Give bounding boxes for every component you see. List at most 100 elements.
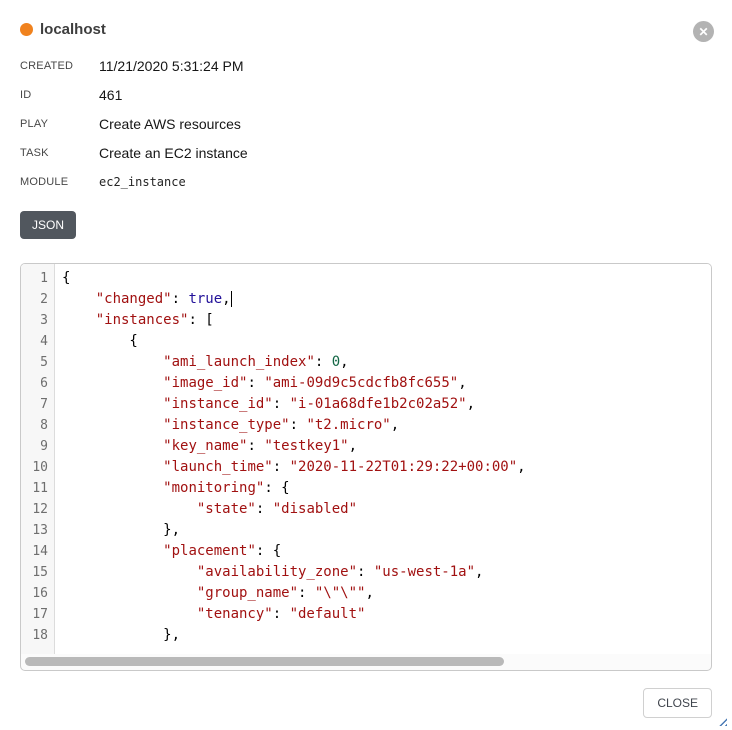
code-token [62, 564, 197, 580]
host-event-modal: localhost ✕ CREATED 11/21/2020 5:31:24 P… [0, 0, 732, 730]
code-line: "launch_time": "2020-11-22T01:29:22+00:0… [62, 457, 711, 478]
code-token: , [349, 438, 357, 454]
code-token: : [290, 417, 307, 433]
code-token: }, [62, 522, 180, 538]
code-token: : [247, 438, 264, 454]
modal-footer: CLOSE [20, 688, 712, 718]
code-token [62, 396, 163, 412]
code-token [62, 480, 163, 496]
code-token: : [ [188, 312, 213, 328]
code-token: "disabled" [273, 501, 357, 517]
json-code-editor[interactable]: 123456789101112131415161718 { "changed":… [20, 263, 712, 671]
json-toggle-button[interactable]: JSON [20, 211, 76, 239]
code-token [62, 375, 163, 391]
code-token: , [365, 585, 373, 601]
code-token: "ami_launch_index" [163, 354, 315, 370]
code-token: "instance_type" [163, 417, 289, 433]
text-cursor [231, 291, 232, 307]
code-token: "tenancy" [197, 606, 273, 622]
detail-row-created: CREATED 11/21/2020 5:31:24 PM [20, 58, 712, 74]
code-token: "2020-11-22T01:29:22+00:00" [290, 459, 518, 475]
code-token: : [172, 291, 189, 307]
code-token: : [273, 459, 290, 475]
code-token: "\"\"" [315, 585, 366, 601]
detail-row-module: MODULE ec2_instance [20, 174, 712, 190]
code-token: }, [62, 627, 180, 643]
close-icon[interactable]: ✕ [693, 21, 714, 42]
code-token [62, 438, 163, 454]
code-token: , [391, 417, 399, 433]
code-token: : [273, 606, 290, 622]
line-number: 18 [21, 625, 54, 646]
line-number: 15 [21, 562, 54, 583]
code-token: "monitoring" [163, 480, 264, 496]
code-token: : { [256, 543, 281, 559]
detail-value: Create AWS resources [99, 116, 241, 132]
code-line: "tenancy": "default" [62, 604, 711, 625]
code-token [62, 606, 197, 622]
code-token: : { [264, 480, 289, 496]
code-token: "state" [197, 501, 256, 517]
line-number: 3 [21, 310, 54, 331]
code-token: { [62, 270, 70, 286]
line-number: 2 [21, 289, 54, 310]
code-line: "state": "disabled" [62, 499, 711, 520]
line-number: 10 [21, 457, 54, 478]
line-number: 5 [21, 352, 54, 373]
line-number: 9 [21, 436, 54, 457]
code-token: "instances" [96, 312, 189, 328]
close-button[interactable]: CLOSE [643, 688, 712, 718]
code-token: "i-01a68dfe1b2c02a52" [290, 396, 467, 412]
scrollbar-thumb[interactable] [25, 657, 504, 666]
code-line: "availability_zone": "us-west-1a", [62, 562, 711, 583]
code-token: { [62, 333, 138, 349]
editor-gutter: 123456789101112131415161718 [21, 264, 55, 654]
code-line: { [62, 331, 711, 352]
detail-label: PLAY [20, 118, 99, 130]
line-number: 11 [21, 478, 54, 499]
code-token [62, 312, 96, 328]
code-line: "monitoring": { [62, 478, 711, 499]
detail-value: ec2_instance [99, 175, 186, 189]
line-number: 12 [21, 499, 54, 520]
code-line: "instance_type": "t2.micro", [62, 415, 711, 436]
code-line: "instance_id": "i-01a68dfe1b2c02a52", [62, 394, 711, 415]
code-token [62, 291, 96, 307]
code-token: "default" [290, 606, 366, 622]
code-token: : [256, 501, 273, 517]
code-line: "group_name": "\"\"", [62, 583, 711, 604]
code-token: "launch_time" [163, 459, 273, 475]
code-token: "ami-09d9c5cdcfb8fc655" [264, 375, 458, 391]
code-token: "group_name" [197, 585, 298, 601]
code-line: }, [62, 625, 711, 646]
code-token: "placement" [163, 543, 256, 559]
code-token: "key_name" [163, 438, 247, 454]
code-token: , [458, 375, 466, 391]
code-line: }, [62, 520, 711, 541]
code-token: "instance_id" [163, 396, 273, 412]
code-token: "availability_zone" [197, 564, 357, 580]
detail-row-task: TASK Create an EC2 instance [20, 145, 712, 161]
code-token [62, 417, 163, 433]
code-token [62, 501, 197, 517]
code-token [62, 585, 197, 601]
code-token: "image_id" [163, 375, 247, 391]
line-number: 8 [21, 415, 54, 436]
detail-value: Create an EC2 instance [99, 145, 248, 161]
code-token: , [340, 354, 348, 370]
detail-label: MODULE [20, 176, 99, 188]
code-line: { [62, 268, 711, 289]
code-token: , [517, 459, 525, 475]
horizontal-scrollbar[interactable] [24, 657, 708, 666]
line-number: 7 [21, 394, 54, 415]
line-number: 6 [21, 373, 54, 394]
code-token: : [298, 585, 315, 601]
code-token: : [357, 564, 374, 580]
detail-value: 11/21/2020 5:31:24 PM [99, 58, 244, 74]
code-token: , [467, 396, 475, 412]
line-number: 4 [21, 331, 54, 352]
line-number: 14 [21, 541, 54, 562]
code-line: "changed": true, [62, 289, 711, 310]
code-token: "us-west-1a" [374, 564, 475, 580]
detail-label: ID [20, 89, 99, 101]
